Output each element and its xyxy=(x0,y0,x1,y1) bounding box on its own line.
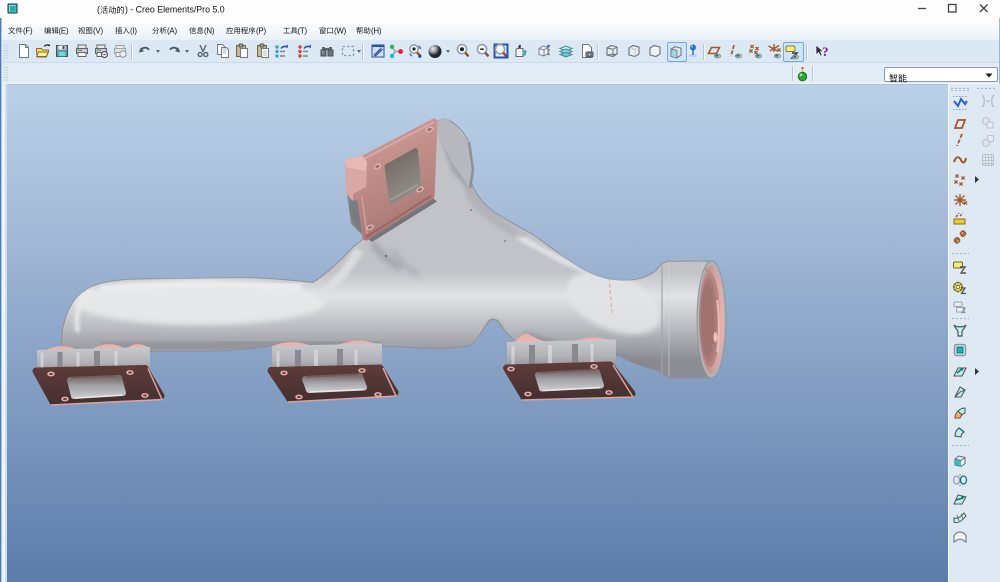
svg-text:?: ? xyxy=(822,44,829,59)
